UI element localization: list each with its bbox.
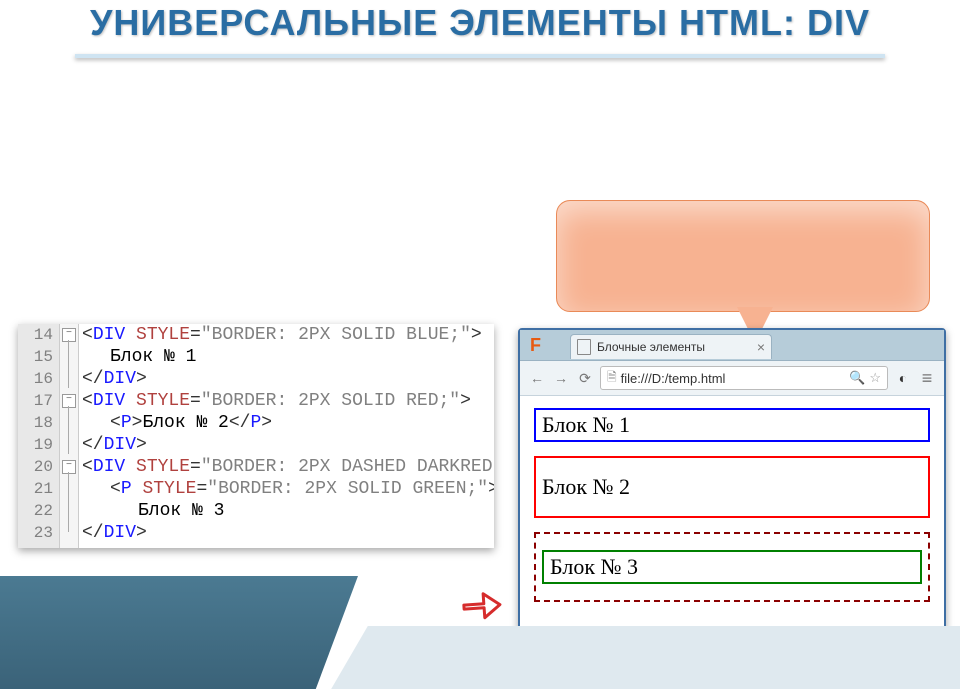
rendered-block-2: Блок № 2 — [534, 456, 930, 518]
decorative-triangle-light — [330, 626, 960, 689]
browser-tabbar: F Блочные элементы × — [520, 330, 944, 361]
document-icon — [577, 339, 591, 355]
browser-window: F Блочные элементы × ← → ⟳ 🗎 file:///D:/… — [518, 328, 946, 640]
line-number-gutter: 14151617181920212223 — [18, 324, 60, 548]
back-button[interactable]: ← — [528, 370, 546, 386]
zoom-icon[interactable]: 🔍 — [849, 370, 865, 386]
reload-button[interactable]: ⟳ — [576, 370, 594, 387]
bookmark-star-icon[interactable]: ☆ — [869, 370, 881, 386]
url-bar[interactable]: 🗎 file:///D:/temp.html 🔍 ☆ — [600, 366, 888, 390]
rendered-block-1: Блок № 1 — [534, 408, 930, 442]
close-tab-icon[interactable]: × — [757, 335, 765, 359]
slide-title: Универсальные элементы HTML: DIV — [0, 2, 960, 44]
url-text: file:///D:/temp.html — [621, 371, 726, 386]
fold-column: − − − — [60, 324, 79, 548]
rendered-block-3: Блок № 3 — [534, 532, 930, 602]
page-info-icon: 🗎 — [607, 368, 617, 389]
tab-title: Блочные элементы — [597, 335, 705, 359]
arrow-icon — [454, 578, 506, 634]
code-body: <DIV style="border: 2px solid blue;">Бло… — [82, 324, 490, 544]
rendered-block-3-inner: Блок № 3 — [542, 550, 922, 584]
code-editor-panel: 14151617181920212223 − − − <DIV style="b… — [18, 324, 494, 548]
fold-toggle-icon[interactable]: − — [62, 460, 76, 474]
decorative-triangle-dark — [0, 576, 358, 689]
browser-viewport: Блок № 1 Блок № 2 Блок № 3 — [520, 396, 944, 614]
browser-toolbar: ← → ⟳ 🗎 file:///D:/temp.html 🔍 ☆ ◐ ≡ — [520, 361, 944, 396]
forward-button[interactable]: → — [552, 370, 570, 386]
speech-callout — [556, 200, 930, 312]
menu-icon[interactable]: ≡ — [918, 368, 936, 389]
browser-logo-icon: F — [530, 336, 548, 354]
fold-toggle-icon[interactable]: − — [62, 328, 76, 342]
extension-icon[interactable]: ◐ — [894, 370, 912, 386]
title-divider — [75, 54, 885, 58]
browser-tab[interactable]: Блочные элементы × — [570, 334, 772, 359]
fold-toggle-icon[interactable]: − — [62, 394, 76, 408]
